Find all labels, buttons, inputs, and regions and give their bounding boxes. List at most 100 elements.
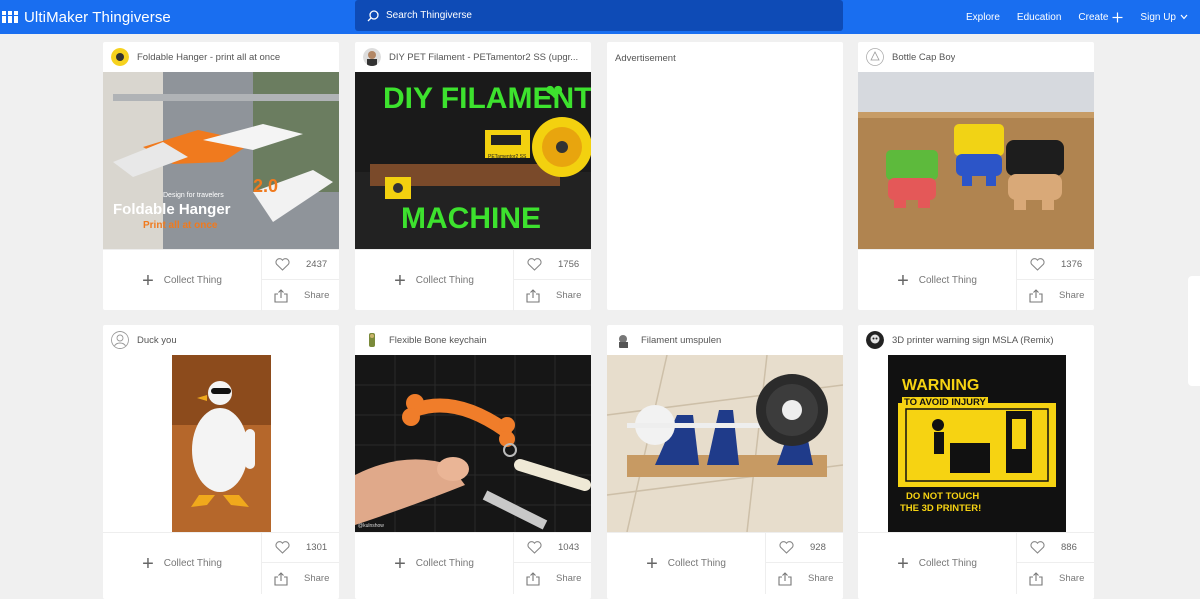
plus-icon: + [897,552,909,575]
share-icon [778,571,792,586]
thing-title[interactable]: Filament umspulen [641,335,721,346]
share-button[interactable]: Share [514,280,591,311]
card-header[interactable]: Foldable Hanger - print all at once [103,42,339,72]
like-button[interactable]: 1043 [514,533,591,563]
share-icon [274,571,288,586]
share-label: Share [1059,573,1085,584]
collect-label: Collect Thing [918,558,977,569]
heart-icon [275,258,290,271]
search-input[interactable]: Search Thingiverse [355,0,843,31]
share-label: Share [556,573,582,584]
like-count: 1756 [558,259,580,270]
user-avatar-icon[interactable] [111,331,129,349]
feedback-side-tab[interactable] [1188,276,1200,386]
card-header[interactable]: Duck you [103,325,339,355]
collect-label: Collect Thing [667,558,726,569]
card-actions: + Collect Thing 1043 Share [355,532,591,594]
thing-card: Foldable Hanger - print all at once Desi… [103,42,339,311]
nav-sign-up-label: Sign Up [1140,11,1176,23]
avatar[interactable] [363,331,381,349]
collect-thing-button[interactable]: + Collect Thing [355,250,514,311]
share-button[interactable]: Share [1017,563,1094,594]
thing-card: 3D printer warning sign MSLA (Remix) WAR… [858,325,1094,599]
thumb-subheadline: MACHINE [401,202,541,235]
thing-card: Flexible Bone keychain @kulnshow + Colle… [355,325,591,599]
warning-line-3: DO NOT TOUCH [906,491,980,502]
warning-heading: WARNING [902,377,980,394]
collect-thing-button[interactable]: + Collect Thing [355,533,514,594]
share-button[interactable]: Share [262,563,339,594]
brand-name: UltiMaker Thingiverse [24,8,171,26]
nav-sign-up[interactable]: Sign Up [1140,12,1188,23]
collect-thing-button[interactable]: + Collect Thing [103,250,262,311]
nav-explore[interactable]: Explore [966,12,1000,23]
avatar[interactable] [111,48,129,66]
like-button[interactable]: 2437 [262,250,339,280]
like-count: 1376 [1061,259,1083,270]
share-icon [1029,288,1043,303]
thing-thumbnail[interactable]: @kulnshow [355,355,591,532]
thing-thumbnail[interactable]: DIY FILAMENT ❤ MACHINE PETamentor2 SS [355,72,591,249]
brand-logo[interactable]: UltiMaker Thingiverse [2,6,171,28]
thumb-badge: Design for travelers [163,192,224,199]
share-button[interactable]: Share [262,280,339,311]
advertisement-card: Advertisement [607,42,843,310]
collect-thing-button[interactable]: + Collect Thing [607,533,766,594]
like-button[interactable]: 1376 [1017,250,1094,280]
thumb-device-label: PETamentor2 SS [488,154,527,160]
thing-thumbnail[interactable]: WARNING TO AVOID INJURY DO NOT TOUCH THE… [858,355,1094,532]
card-header[interactable]: Bottle Cap Boy [858,42,1094,72]
avatar[interactable] [866,331,884,349]
avatar[interactable] [363,48,381,66]
avatar[interactable] [615,331,633,349]
thing-thumbnail[interactable] [858,72,1094,249]
thing-card: Bottle Cap Boy + Collect Thing 1376 Shar… [858,42,1094,311]
thing-title[interactable]: DIY PET Filament - PETamentor2 SS (upgr.… [389,52,578,63]
card-header[interactable]: Flexible Bone keychain [355,325,591,355]
thumb-watermark: @kulnshow [358,523,384,529]
thing-thumbnail[interactable] [103,355,339,532]
plus-icon: + [142,269,154,292]
main-nav: Explore Education Create Sign Up [966,0,1188,34]
card-header[interactable]: DIY PET Filament - PETamentor2 SS (upgr.… [355,42,591,72]
card-actions: + Collect Thing 886 Share [858,532,1094,594]
collect-thing-button[interactable]: + Collect Thing [103,533,262,594]
card-header[interactable]: Filament umspulen [607,325,843,355]
thing-thumbnail[interactable]: Design for travelers 2.0 Foldable Hanger… [103,72,339,249]
like-button[interactable]: 886 [1017,533,1094,563]
thumb-name: Foldable Hanger [113,201,231,218]
share-icon [526,571,540,586]
share-button[interactable]: Share [766,563,843,594]
plus-icon: + [394,552,406,575]
collect-thing-button[interactable]: + Collect Thing [858,250,1017,311]
card-actions: + Collect Thing 1301 Share [103,532,339,594]
card-actions: + Collect Thing 2437 Share [103,249,339,311]
thing-title[interactable]: Flexible Bone keychain [389,335,487,346]
plus-icon: + [646,552,658,575]
card-actions: + Collect Thing 1756 Share [355,249,591,311]
plus-icon [1112,12,1123,22]
plus-icon: + [394,269,406,292]
like-button[interactable]: 1301 [262,533,339,563]
collect-label: Collect Thing [163,275,222,286]
share-button[interactable]: Share [514,563,591,594]
like-button[interactable]: 928 [766,533,843,563]
collect-thing-button[interactable]: + Collect Thing [858,533,1017,594]
like-button[interactable]: 1756 [514,250,591,280]
collect-label: Collect Thing [163,558,222,569]
thing-thumbnail[interactable] [607,355,843,532]
avatar[interactable] [866,48,884,66]
thing-title[interactable]: Foldable Hanger - print all at once [137,52,280,63]
nav-education[interactable]: Education [1017,12,1061,23]
thing-title[interactable]: Duck you [137,335,177,346]
like-count: 928 [810,542,826,553]
card-header[interactable]: 3D printer warning sign MSLA (Remix) [858,325,1094,355]
thing-title[interactable]: 3D printer warning sign MSLA (Remix) [892,335,1054,346]
like-count: 2437 [306,259,328,270]
thing-title[interactable]: Bottle Cap Boy [892,52,955,63]
share-label: Share [808,573,834,584]
nav-create[interactable]: Create [1078,12,1123,23]
search-placeholder: Search Thingiverse [386,10,472,21]
search-icon [367,9,379,21]
share-button[interactable]: Share [1017,280,1094,311]
